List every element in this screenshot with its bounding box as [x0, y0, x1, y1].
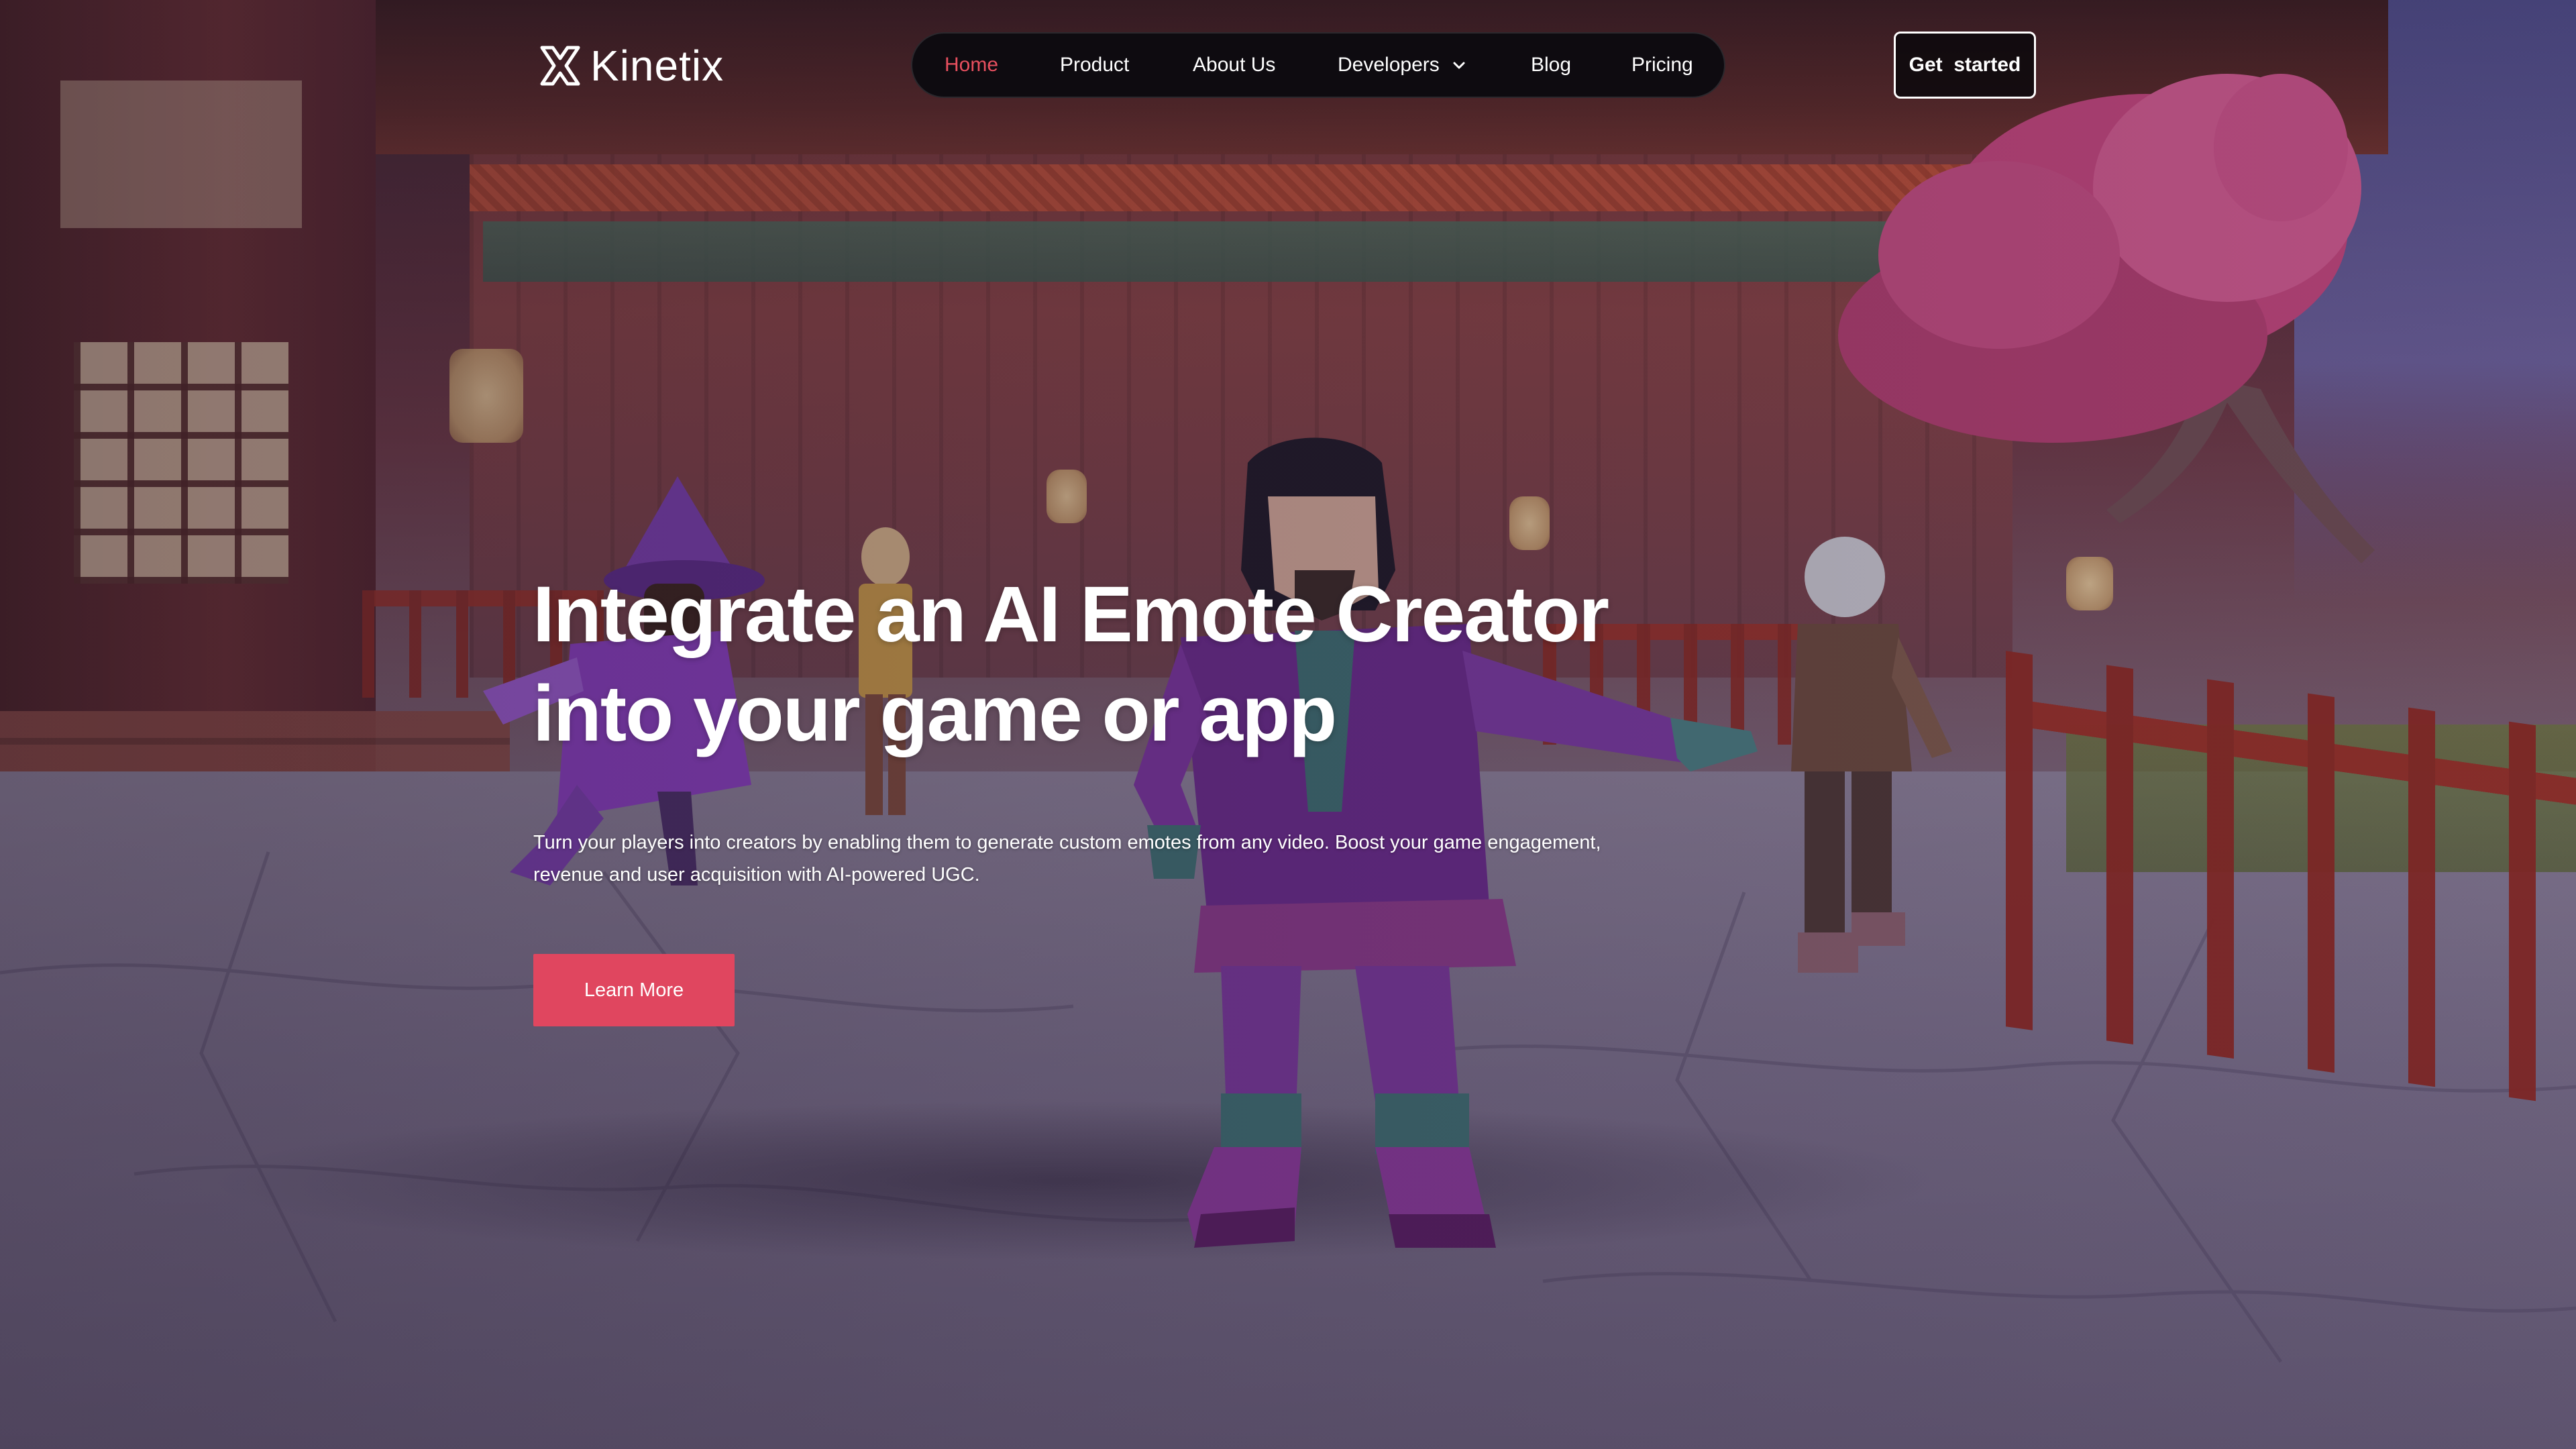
nav-item-blog[interactable]: Blog — [1531, 34, 1571, 97]
hero-subtitle: Turn your players into creators by enabl… — [533, 826, 1674, 891]
hero-subtitle-line-2: revenue and user acquisition with AI-pow… — [533, 864, 980, 885]
hero-title: Integrate an AI Emote Creator into your … — [533, 565, 1807, 763]
nav-item-home[interactable]: Home — [945, 34, 998, 97]
nav-item-label: About Us — [1193, 54, 1276, 76]
nav-item-label: Product — [1060, 54, 1130, 76]
nav-item-label: Developers — [1338, 54, 1440, 76]
brand-name: Kinetix — [590, 42, 724, 90]
page: Kinetix Home Product About Us Developers… — [0, 0, 2576, 1449]
get-started-label: Get started — [1909, 54, 2021, 76]
get-started-button[interactable]: Get started — [1894, 32, 2036, 99]
main-nav: Home Product About Us Developers Blog Pr… — [911, 32, 1725, 98]
kinetix-logo[interactable]: Kinetix — [537, 42, 724, 90]
hero-subtitle-line-1: Turn your players into creators by enabl… — [533, 832, 1601, 853]
site-header: Kinetix Home Product About Us Developers… — [0, 0, 2576, 134]
nav-item-about-us[interactable]: About Us — [1193, 34, 1275, 97]
learn-more-label: Learn More — [584, 979, 684, 1001]
nav-item-label: Blog — [1531, 54, 1572, 76]
kinetix-x-logo-icon — [540, 46, 580, 86]
nav-item-product[interactable]: Product — [1060, 34, 1129, 97]
learn-more-button[interactable]: Learn More — [533, 954, 735, 1026]
hero-title-line-1: Integrate an AI Emote Creator — [533, 570, 1609, 659]
nav-item-label: Home — [945, 54, 999, 76]
nav-item-pricing[interactable]: Pricing — [1631, 34, 1693, 97]
chevron-down-icon — [1453, 62, 1465, 69]
hero-title-line-2: into your game or app — [533, 669, 1337, 758]
nav-item-developers[interactable]: Developers — [1338, 34, 1466, 97]
nav-item-label: Pricing — [1631, 54, 1693, 76]
